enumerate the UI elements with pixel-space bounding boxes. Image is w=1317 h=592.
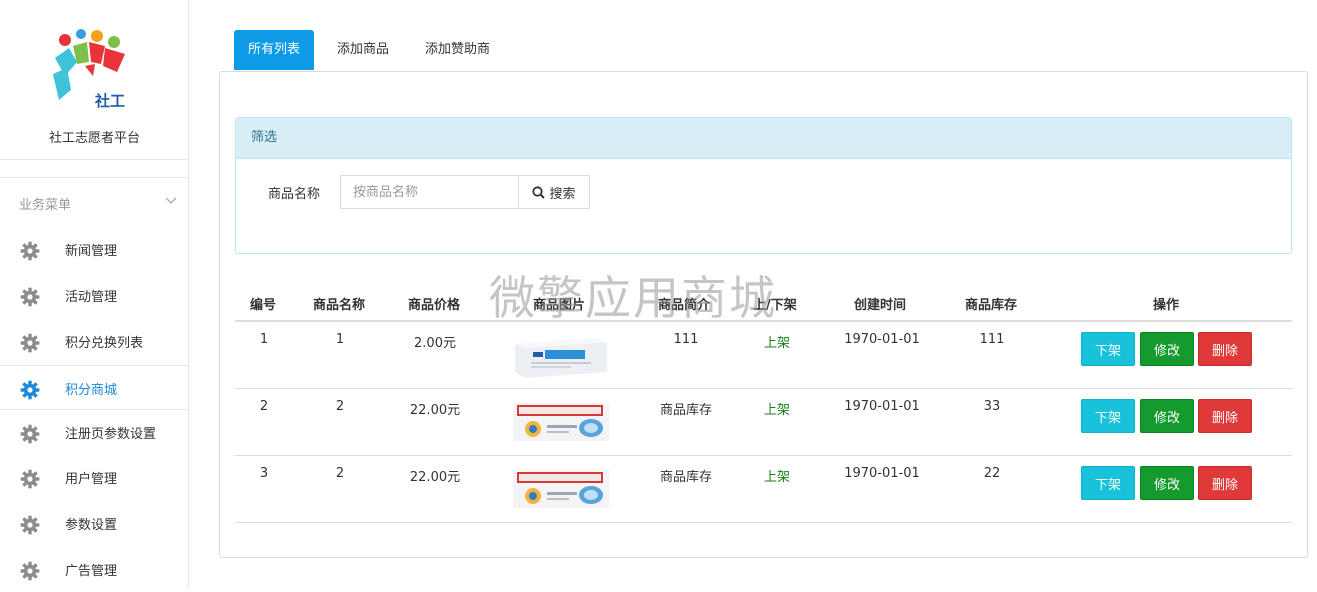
cell-name: 1 — [335, 332, 345, 347]
cell-stock: 111 — [979, 332, 1005, 347]
delete-button[interactable]: 删除 — [1198, 332, 1252, 366]
product-name-search-input[interactable] — [340, 175, 520, 209]
off-shelf-button[interactable]: 下架 — [1081, 466, 1135, 500]
cell-name: 2 — [335, 399, 345, 414]
product-name-label: 商品名称 — [268, 187, 321, 202]
edit-button[interactable]: 修改 — [1140, 399, 1194, 433]
cell-status: 上架 — [763, 336, 790, 351]
gear-icon — [20, 241, 40, 261]
sidebar-item-3[interactable]: 积分商城 — [0, 365, 189, 410]
header-id: 编号 — [250, 298, 277, 313]
watermark: 微擎应用商城 — [489, 271, 777, 325]
off-shelf-button[interactable]: 下架 — [1081, 332, 1135, 366]
sidebar-item-label: 广告管理 — [65, 564, 118, 579]
gear-icon — [20, 469, 40, 489]
header-stock: 商品库存 — [965, 298, 1018, 313]
search-icon — [532, 185, 546, 199]
header-price: 商品价格 — [408, 298, 461, 313]
sidebar-item-7[interactable]: 广告管理 — [0, 547, 189, 592]
product-image — [511, 399, 611, 447]
delete-button[interactable]: 删除 — [1198, 399, 1252, 433]
filter-panel: 筛选 商品名称 搜索 — [235, 117, 1292, 254]
logo-area: 社工 社工志愿者平台 — [0, 0, 188, 160]
sidebar-item-4[interactable]: 注册页参数设置 — [0, 410, 189, 455]
header-actions: 操作 — [1153, 298, 1180, 313]
tab-add-product[interactable]: 添加商品 — [323, 30, 403, 70]
header-name: 商品名称 — [313, 298, 366, 313]
cell-intro: 111 — [673, 332, 699, 347]
sidebar-item-label: 积分商城 — [65, 383, 118, 398]
edit-button[interactable]: 修改 — [1140, 332, 1194, 366]
cell-stock: 33 — [983, 399, 1001, 414]
sidebar-item-1[interactable]: 活动管理 — [0, 273, 189, 318]
cell-price: 22.00元 — [409, 403, 461, 418]
cell-stock: 22 — [983, 466, 1001, 481]
sidebar-item-6[interactable]: 参数设置 — [0, 501, 189, 546]
logo-icon: 社工 — [53, 29, 125, 110]
cell-intro: 商品库存 — [659, 403, 712, 418]
logo-text: 社工 — [94, 92, 125, 110]
sidebar-item-2[interactable]: 积分兑换列表 — [0, 319, 189, 364]
cell-intro: 商品库存 — [659, 470, 712, 485]
gear-icon — [20, 515, 40, 535]
off-shelf-button[interactable]: 下架 — [1081, 399, 1135, 433]
sidebar-item-label: 活动管理 — [65, 290, 118, 305]
cell-created: 1970-01-01 — [844, 466, 920, 481]
sidebar-item-0[interactable]: 新闻管理 — [0, 227, 189, 272]
product-image — [511, 332, 611, 380]
gear-icon — [20, 424, 40, 444]
cell-status: 上架 — [763, 403, 790, 418]
cell-price: 22.00元 — [409, 470, 461, 485]
delete-button[interactable]: 删除 — [1198, 466, 1252, 500]
sidebar-item-5[interactable]: 用户管理 — [0, 455, 189, 500]
cell-name: 2 — [335, 466, 345, 481]
menu-section-title: 业务菜单 — [19, 198, 72, 213]
sidebar-item-label: 参数设置 — [65, 518, 118, 533]
sidebar-item-label: 积分兑换列表 — [65, 336, 144, 351]
table-row: 2 2 22.00元 商品库存 上架 1970-01-01 33 下架 修改 删除 — [235, 389, 1292, 456]
sidebar: 社工 社工志愿者平台 业务菜单 新闻管理活动管理积分兑换列表 积分商城注册页参数设… — [0, 0, 189, 588]
search-button[interactable]: 搜索 — [518, 175, 590, 209]
cell-created: 1970-01-01 — [844, 332, 920, 347]
gear-icon — [20, 380, 40, 400]
cell-status: 上架 — [763, 470, 790, 485]
gear-icon — [20, 333, 40, 353]
filter-title: 筛选 — [236, 118, 1291, 159]
gear-icon — [20, 561, 40, 581]
cell-created: 1970-01-01 — [844, 399, 920, 414]
sidebar-item-label: 用户管理 — [65, 472, 118, 487]
menu-section-header[interactable]: 业务菜单 — [0, 177, 189, 225]
sidebar-item-label: 新闻管理 — [65, 244, 118, 259]
tab-all-list[interactable]: 所有列表 — [234, 30, 315, 70]
tab-add-sponsor[interactable]: 添加赞助商 — [411, 30, 504, 70]
table-row: 1 1 2.00元 111 上架 1970-01-01 111 下架 修改 删除 — [235, 322, 1292, 389]
search-button-label: 搜索 — [549, 186, 576, 202]
gear-icon — [20, 287, 40, 307]
header-created: 创建时间 — [854, 298, 907, 313]
table-row: 3 2 22.00元 商品库存 上架 1970-01-01 22 下架 修改 删除 — [235, 456, 1292, 523]
site-name: 社工志愿者平台 — [48, 131, 140, 146]
chevron-down-icon — [165, 197, 177, 204]
cell-price: 2.00元 — [414, 336, 456, 351]
product-image — [511, 466, 611, 514]
sidebar-item-label: 注册页参数设置 — [65, 427, 157, 442]
edit-button[interactable]: 修改 — [1140, 466, 1194, 500]
